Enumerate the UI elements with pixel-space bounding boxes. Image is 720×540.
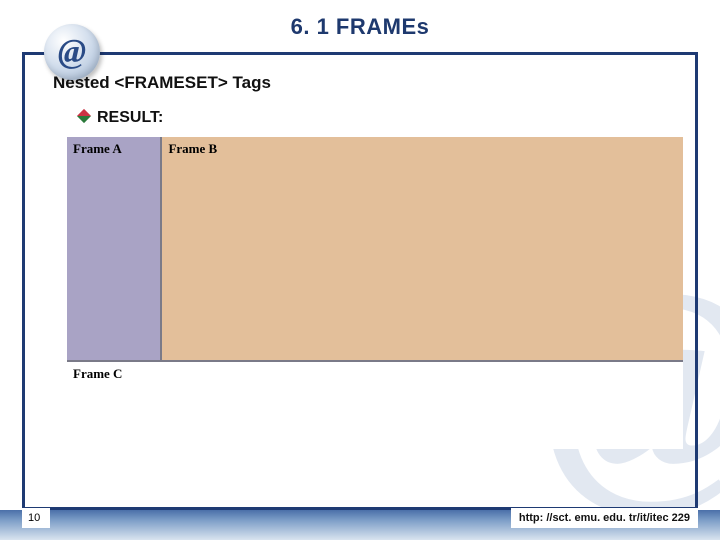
slide-container: 6. 1 FRAMEs @ Nested <FRAMESET> Tags RES… bbox=[0, 0, 720, 540]
frame-c: Frame C bbox=[67, 362, 683, 386]
result-line: RESULT: bbox=[79, 109, 163, 127]
diamond-bullet-icon bbox=[77, 109, 91, 123]
slide-title: 6. 1 FRAMEs bbox=[0, 0, 720, 40]
at-badge-icon: @ bbox=[44, 24, 100, 80]
result-label: RESULT: bbox=[97, 109, 163, 126]
title-area: 6. 1 FRAMEs bbox=[0, 0, 720, 60]
footer-url: http: //sct. emu. edu. tr/it/itec 229 bbox=[511, 508, 698, 528]
page-number: 10 bbox=[22, 508, 50, 528]
frame-b: Frame B bbox=[162, 137, 683, 360]
frame-a: Frame A bbox=[67, 137, 162, 360]
frameset-illustration: Frame A Frame B Frame C bbox=[67, 137, 683, 449]
frameset-top-row: Frame A Frame B bbox=[67, 137, 683, 362]
content-panel: Nested <FRAMESET> Tags RESULT: Frame A F… bbox=[22, 52, 698, 510]
at-glyph: @ bbox=[58, 33, 86, 71]
frameset-bottom-row: Frame C bbox=[67, 362, 683, 386]
